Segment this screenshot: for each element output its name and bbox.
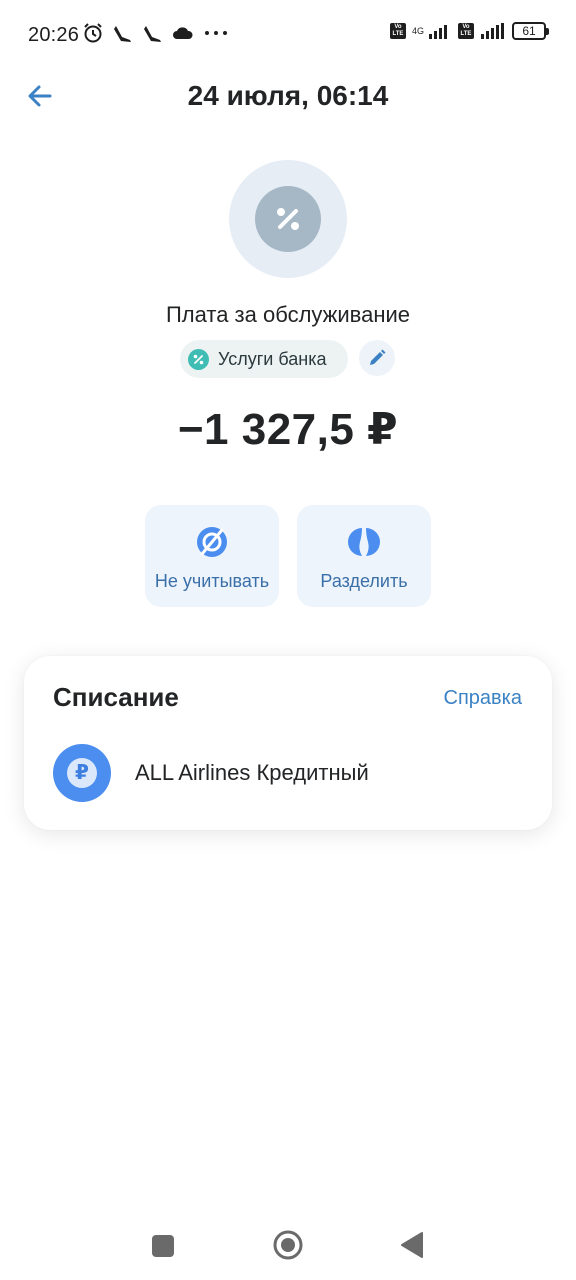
debit-card-section: Списание Справка ₽ ALL Airlines Кредитны… <box>24 656 552 830</box>
category-label: Услуги банка <box>218 348 327 369</box>
ruble-coin-icon: ₽ <box>53 744 111 802</box>
operation-name: Плата за обслуживание <box>165 302 411 327</box>
operation-category-avatar <box>229 160 347 278</box>
more-dots-icon <box>205 31 227 35</box>
split-button[interactable]: Разделить <box>297 505 431 607</box>
help-link[interactable]: Справка <box>444 687 522 710</box>
section-title: Списание <box>53 682 179 712</box>
recents-square-icon[interactable] <box>152 1235 174 1257</box>
percent-icon <box>255 186 321 252</box>
pencil-icon <box>370 349 386 365</box>
signal-icon <box>429 25 447 39</box>
network-type: 4G <box>411 26 424 36</box>
status-bar: 20:26 Vo LTE 4G Vo LTE 61 <box>0 0 576 70</box>
status-left-icons <box>82 22 230 44</box>
exclude-icon <box>197 527 227 557</box>
battery-icon: 61 <box>512 22 549 40</box>
status-right-icons: Vo LTE 4G Vo LTE 61 <box>389 22 549 40</box>
page-title: 24 июля, 06:14 <box>187 80 389 111</box>
shoe-icon <box>144 26 161 42</box>
shoe-icon <box>114 26 131 42</box>
home-circle-icon[interactable] <box>272 1229 304 1261</box>
status-time: 20:26 <box>28 24 80 46</box>
volte-icon: Vo LTE <box>389 23 406 39</box>
alarm-icon <box>84 23 102 43</box>
percent-icon <box>188 348 209 370</box>
signal-icon <box>481 23 504 39</box>
screen: 20:26 Vo LTE 4G Vo LTE 61 24 июля, 06:14… <box>0 0 576 1280</box>
exclude-button[interactable]: Не учитывать <box>145 505 279 607</box>
category-chip[interactable]: Услуги банка <box>180 340 348 378</box>
ruble-glyph: ₽ <box>67 758 97 788</box>
cloud-icon <box>173 27 193 39</box>
split-icon <box>348 528 380 556</box>
operation-amount: −1 327,5 ₽ <box>177 405 399 454</box>
split-label: Разделить <box>320 571 408 591</box>
edit-category-button[interactable] <box>359 340 395 376</box>
account-name[interactable]: ALL Airlines Кредитный <box>135 760 369 786</box>
exclude-label: Не учитывать <box>154 571 270 591</box>
volte-icon: Vo LTE <box>458 23 474 39</box>
back-triangle-icon[interactable] <box>400 1231 424 1259</box>
